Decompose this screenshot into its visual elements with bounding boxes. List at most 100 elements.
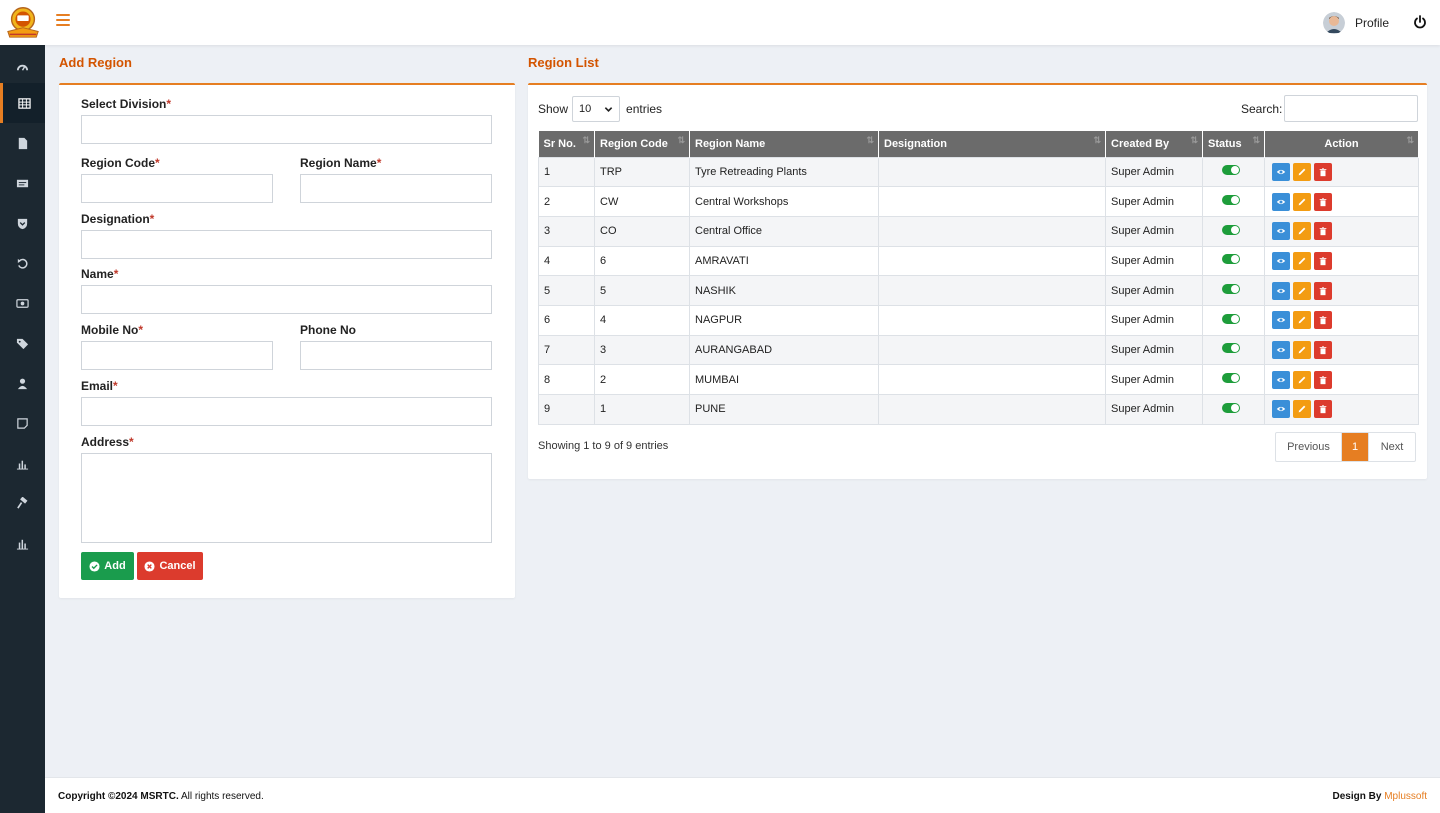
delete-button[interactable]	[1314, 340, 1332, 359]
name-input[interactable]	[81, 285, 492, 314]
list-card-icon	[16, 179, 29, 187]
status-toggle[interactable]	[1222, 254, 1240, 265]
cell-region-name: PUNE	[689, 394, 879, 425]
entries-select[interactable]: 10	[572, 96, 621, 122]
menu-toggle-icon[interactable]	[56, 14, 70, 30]
design-brand-link[interactable]: Mplussoft	[1384, 791, 1427, 802]
sidebar-item-tags[interactable]	[0, 323, 45, 363]
col-action[interactable]: Action ⇅	[1264, 131, 1419, 157]
add-button[interactable]: Add	[81, 552, 134, 580]
cell-actions	[1264, 186, 1419, 217]
sidebar-item-documents[interactable]	[0, 123, 45, 163]
edit-button[interactable]	[1293, 340, 1311, 359]
status-toggle[interactable]	[1222, 195, 1240, 206]
status-toggle[interactable]	[1222, 224, 1240, 235]
division-select[interactable]	[81, 115, 492, 144]
trash-icon	[1319, 227, 1327, 236]
sidebar-item-returns[interactable]	[0, 243, 45, 283]
undo-icon	[17, 258, 28, 269]
sidebar-item-notes[interactable]	[0, 403, 45, 443]
edit-button[interactable]	[1293, 400, 1311, 419]
col-region-name[interactable]: Region Name ⇅	[689, 131, 879, 157]
tag-icon	[16, 338, 29, 349]
profile-menu[interactable]: Profile	[1323, 11, 1389, 35]
search-input[interactable]	[1284, 95, 1418, 122]
sidebar-item-tools[interactable]	[0, 483, 45, 523]
col-designation[interactable]: Designation ⇅	[878, 131, 1106, 157]
col-status[interactable]: Status ⇅	[1202, 131, 1265, 157]
cell-created-by: Super Admin	[1105, 334, 1203, 366]
view-button[interactable]	[1272, 281, 1290, 300]
delete-button[interactable]	[1314, 370, 1332, 389]
edit-button[interactable]	[1293, 162, 1311, 181]
status-toggle[interactable]	[1222, 373, 1240, 384]
sidebar-item-security[interactable]	[0, 203, 45, 243]
page-1-button[interactable]: 1	[1342, 433, 1368, 461]
sidebar-item-reports[interactable]	[0, 443, 45, 483]
trash-icon	[1319, 346, 1327, 355]
delete-button[interactable]	[1314, 222, 1332, 241]
view-button[interactable]	[1272, 192, 1290, 211]
edit-button[interactable]	[1293, 311, 1311, 330]
cell-status	[1202, 364, 1265, 395]
view-button[interactable]	[1272, 311, 1290, 330]
edit-button[interactable]	[1293, 281, 1311, 300]
address-textarea[interactable]	[81, 453, 492, 543]
power-icon[interactable]	[1412, 14, 1428, 30]
pencil-icon	[1298, 227, 1306, 235]
region-name-input[interactable]	[300, 174, 492, 203]
delete-button[interactable]	[1314, 400, 1332, 419]
delete-button[interactable]	[1314, 192, 1332, 211]
sidebar-item-payments[interactable]	[0, 283, 45, 323]
col-region-code[interactable]: Region Code ⇅	[594, 131, 690, 157]
design-credit: Design By Mplussoft	[1332, 791, 1427, 802]
mobile-input[interactable]	[81, 341, 273, 370]
status-toggle[interactable]	[1222, 313, 1240, 324]
cell-designation	[878, 364, 1106, 395]
designation-label: Designation*	[81, 212, 155, 226]
region-code-input[interactable]	[81, 174, 273, 203]
sidebar-item-users[interactable]	[0, 363, 45, 403]
view-button[interactable]	[1272, 400, 1290, 419]
next-page-button[interactable]: Next	[1368, 433, 1415, 461]
delete-button[interactable]	[1314, 281, 1332, 300]
cell-sr-no: 6	[538, 304, 595, 336]
sidebar-item-dashboard[interactable]	[0, 47, 45, 87]
view-button[interactable]	[1272, 340, 1290, 359]
check-circle-icon	[89, 560, 100, 572]
col-sr-no[interactable]: Sr No. ⇅	[538, 131, 595, 157]
pencil-icon	[1298, 198, 1306, 205]
phone-input[interactable]	[300, 341, 492, 370]
cell-actions	[1264, 156, 1419, 188]
edit-button[interactable]	[1293, 370, 1311, 389]
status-toggle[interactable]	[1222, 402, 1240, 413]
edit-button[interactable]	[1293, 251, 1311, 270]
trash-icon	[1319, 316, 1327, 325]
view-button[interactable]	[1272, 251, 1290, 270]
cell-designation	[878, 334, 1106, 366]
sidebar-item-analytics[interactable]	[0, 523, 45, 563]
delete-button[interactable]	[1314, 251, 1332, 270]
cell-actions	[1264, 394, 1419, 425]
col-created-by[interactable]: Created By ⇅	[1105, 131, 1203, 157]
sidebar-item-records[interactable]	[0, 163, 45, 203]
cell-status	[1202, 156, 1265, 188]
status-toggle[interactable]	[1222, 343, 1240, 354]
edit-button[interactable]	[1293, 192, 1311, 211]
view-button[interactable]	[1272, 162, 1290, 181]
status-toggle[interactable]	[1222, 165, 1240, 176]
delete-button[interactable]	[1314, 162, 1332, 181]
delete-button[interactable]	[1314, 311, 1332, 330]
prev-page-button[interactable]: Previous	[1276, 433, 1342, 461]
view-button[interactable]	[1272, 370, 1290, 389]
sidebar-item-masters[interactable]	[0, 83, 45, 123]
edit-button[interactable]	[1293, 222, 1311, 241]
view-button[interactable]	[1272, 222, 1290, 241]
status-toggle[interactable]	[1222, 284, 1240, 295]
cell-region-code: 3	[594, 334, 690, 366]
email-input[interactable]	[81, 397, 492, 426]
cancel-button[interactable]: Cancel	[137, 552, 203, 580]
msrtc-logo[interactable]	[4, 3, 42, 41]
designation-input[interactable]	[81, 230, 492, 259]
cell-status	[1202, 245, 1265, 277]
